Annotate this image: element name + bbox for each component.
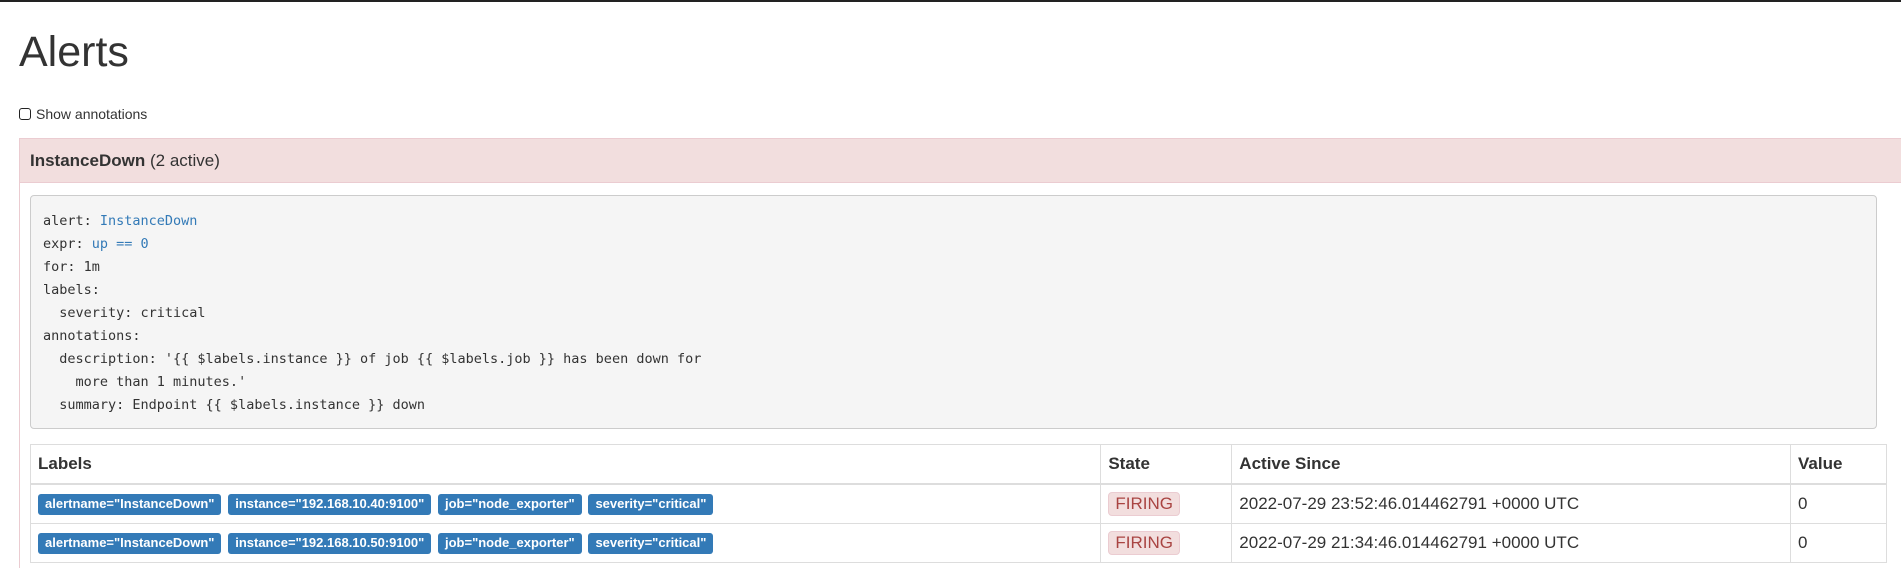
value-cell: 0	[1790, 483, 1887, 524]
show-annotations-label[interactable]: Show annotations	[36, 106, 147, 122]
alert-name: InstanceDown	[30, 151, 146, 170]
col-labels: Labels	[29, 444, 1102, 485]
alert-group-heading[interactable]: InstanceDown (2 active)	[20, 139, 1901, 183]
rule-description-line: description: '{{ $labels.instance }} of …	[43, 351, 702, 367]
labels-cell: alertname="InstanceDown" instance="192.1…	[29, 523, 1102, 563]
rule-alert-key: alert:	[43, 213, 100, 229]
label-badge[interactable]: instance="192.168.10.50:9100"	[228, 533, 432, 554]
label-badge[interactable]: severity="critical"	[588, 494, 714, 515]
active-since-cell: 2022-07-29 21:34:46.014462791 +0000 UTC	[1231, 523, 1791, 563]
alert-rule-definition: alert: InstanceDown expr: up == 0 for: 1…	[30, 195, 1877, 429]
active-count: (2 active)	[149, 151, 220, 170]
label-badge[interactable]: alertname="InstanceDown"	[38, 533, 222, 554]
state-cell: FIRING	[1100, 483, 1233, 524]
table-row: alertname="InstanceDown" instance="192.1…	[29, 523, 1887, 563]
rule-annotations-line: annotations:	[43, 328, 141, 344]
page-title: Alerts	[19, 28, 129, 76]
col-value: Value	[1790, 444, 1887, 485]
label-badge[interactable]: job="node_exporter"	[437, 533, 582, 554]
table-row: alertname="InstanceDown" instance="192.1…	[29, 483, 1887, 524]
state-badge: FIRING	[1108, 492, 1180, 516]
col-active-since: Active Since	[1231, 444, 1791, 485]
label-badge[interactable]: job="node_exporter"	[437, 494, 582, 515]
rule-description-cont-line: more than 1 minutes.'	[43, 374, 247, 390]
table-header-row: Labels State Active Since Value	[29, 444, 1887, 485]
value-cell: 0	[1790, 523, 1887, 563]
show-annotations-toggle[interactable]: Show annotations	[19, 106, 1901, 122]
alert-group-panel: InstanceDown (2 active) alert: InstanceD…	[19, 138, 1901, 568]
rule-expr-key: expr:	[43, 236, 92, 252]
show-annotations-checkbox[interactable]	[19, 108, 31, 120]
rule-expr-value[interactable]: up == 0	[92, 236, 149, 252]
rule-summary-line: summary: Endpoint {{ $labels.instance }}…	[43, 397, 426, 413]
rule-severity-line: severity: critical	[43, 305, 206, 321]
rule-labels-line: labels:	[43, 282, 100, 298]
label-badge[interactable]: alertname="InstanceDown"	[38, 494, 222, 515]
alerts-page: Alerts Show annotations	[0, 26, 1901, 122]
state-cell: FIRING	[1100, 523, 1233, 563]
labels-cell: alertname="InstanceDown" instance="192.1…	[29, 483, 1102, 524]
state-badge: FIRING	[1108, 531, 1180, 555]
alerts-table: Labels State Active Since Value alertnam…	[29, 444, 1887, 563]
label-badge[interactable]: severity="critical"	[588, 533, 714, 554]
rule-for-line: for: 1m	[43, 259, 100, 275]
rule-alert-value[interactable]: InstanceDown	[100, 213, 198, 229]
label-badge[interactable]: instance="192.168.10.40:9100"	[228, 494, 432, 515]
active-since-cell: 2022-07-29 23:52:46.014462791 +0000 UTC	[1231, 483, 1791, 524]
col-state: State	[1100, 444, 1233, 485]
